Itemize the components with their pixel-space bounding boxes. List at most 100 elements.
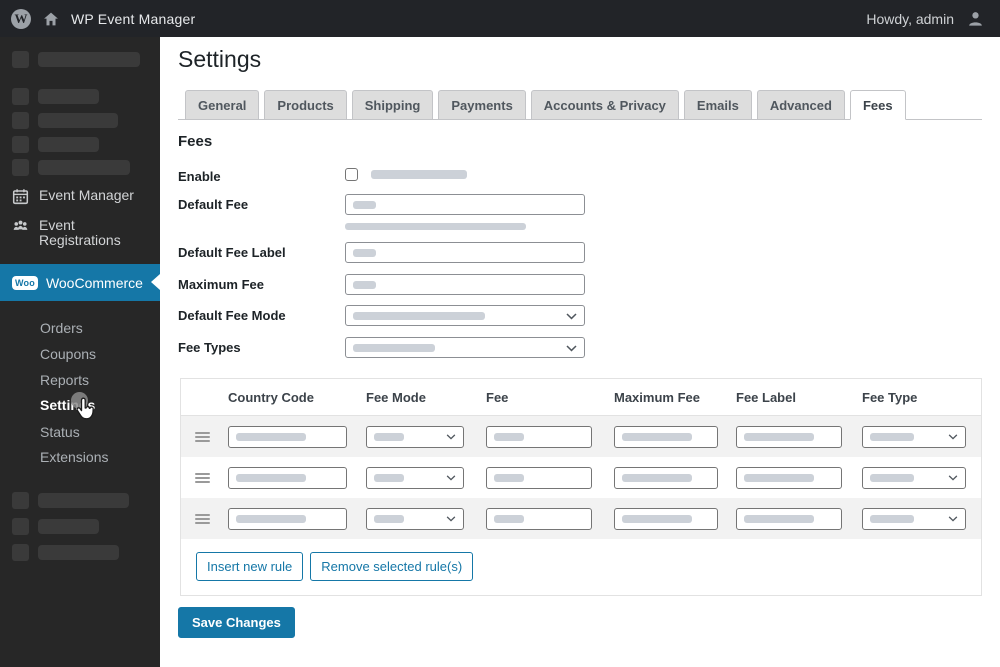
form-row-default-fee-label: Default Fee Label xyxy=(178,242,585,263)
table-row xyxy=(181,416,981,457)
settings-tabs: General Products Shipping Payments Accou… xyxy=(178,90,982,120)
redacted-checkbox-text xyxy=(371,170,467,179)
sidebar-item-label: WooCommerce xyxy=(45,274,143,291)
sidebar-item-redacted[interactable] xyxy=(12,136,99,153)
fee-input[interactable] xyxy=(486,507,592,530)
tab-advanced[interactable]: Advanced xyxy=(756,90,845,120)
redacted-icon xyxy=(12,51,29,68)
sidebar-item-redacted[interactable] xyxy=(12,112,118,129)
redacted-icon xyxy=(12,112,29,129)
tab-payments[interactable]: Payments xyxy=(438,90,526,120)
section-title: Fees xyxy=(178,133,213,150)
form-row-fee-types: Fee Types xyxy=(178,337,585,358)
sidebar-subitem-orders[interactable]: Orders xyxy=(40,320,83,336)
sidebar-item-event-registrations[interactable]: Event Registrations xyxy=(12,218,147,248)
default-fee-mode-select[interactable] xyxy=(345,305,585,326)
chevron-down-icon xyxy=(948,515,958,522)
column-header-maximum-fee: Maximum Fee xyxy=(614,389,700,405)
user-avatar-icon[interactable] xyxy=(966,9,985,28)
redacted-icon xyxy=(12,544,29,561)
site-title[interactable]: WP Event Manager xyxy=(71,11,195,27)
fee-mode-select[interactable] xyxy=(366,425,464,448)
sidebar-item-label: Event Manager xyxy=(39,187,134,203)
fee-mode-select[interactable] xyxy=(366,466,464,489)
maximum-fee-input[interactable] xyxy=(614,507,718,530)
country-code-input[interactable] xyxy=(228,507,347,530)
fee-label-input[interactable] xyxy=(736,425,842,448)
tab-accounts-privacy[interactable]: Accounts & Privacy xyxy=(530,90,679,120)
enable-checkbox[interactable] xyxy=(345,168,358,181)
maximum-fee-input[interactable] xyxy=(614,425,718,448)
admin-bar-left: W WP Event Manager xyxy=(0,8,195,29)
fee-type-select[interactable] xyxy=(862,507,966,530)
form-row-default-fee: Default Fee xyxy=(178,194,585,230)
country-code-input[interactable] xyxy=(228,466,347,489)
form-row-maximum-fee: Maximum Fee xyxy=(178,274,585,295)
sidebar-item-redacted[interactable] xyxy=(12,88,99,105)
field-label: Enable xyxy=(178,169,221,184)
woo-badge: Woo xyxy=(12,275,38,290)
drag-handle-icon[interactable] xyxy=(195,431,210,442)
chevron-down-icon xyxy=(566,307,577,325)
field-label: Maximum Fee xyxy=(178,277,264,292)
home-icon[interactable] xyxy=(42,10,60,28)
table-header-row: Country Code Fee Mode Fee Maximum Fee Fe… xyxy=(181,379,981,416)
maximum-fee-input[interactable] xyxy=(614,466,718,489)
fee-type-select[interactable] xyxy=(862,425,966,448)
field-label: Default Fee Mode xyxy=(178,308,286,323)
tab-products[interactable]: Products xyxy=(264,90,347,120)
user-greeting[interactable]: Howdy, admin xyxy=(866,11,954,27)
fee-input[interactable] xyxy=(486,425,592,448)
admin-bar-right: Howdy, admin xyxy=(866,9,1000,28)
fee-rules-table: Country Code Fee Mode Fee Maximum Fee Fe… xyxy=(180,378,982,596)
save-changes-button[interactable]: Save Changes xyxy=(178,607,295,638)
redacted-icon xyxy=(12,518,29,535)
field-label: Default Fee Label xyxy=(178,245,286,260)
redacted-icon xyxy=(12,88,29,105)
tab-emails[interactable]: Emails xyxy=(683,90,752,120)
fee-type-select[interactable] xyxy=(862,466,966,489)
fee-mode-select[interactable] xyxy=(366,507,464,530)
fee-input[interactable] xyxy=(486,466,592,489)
sidebar-item-redacted[interactable] xyxy=(12,544,119,561)
sidebar-item-redacted[interactable] xyxy=(12,518,99,535)
tab-fees[interactable]: Fees xyxy=(849,90,906,120)
insert-new-rule-button[interactable]: Insert new rule xyxy=(196,552,304,581)
tab-shipping[interactable]: Shipping xyxy=(351,90,434,120)
maximum-fee-input[interactable] xyxy=(345,274,585,295)
fee-label-input[interactable] xyxy=(736,507,842,530)
sidebar-item-redacted[interactable] xyxy=(12,492,129,509)
main-content: Settings General Products Shipping Payme… xyxy=(160,37,1000,667)
default-fee-input[interactable] xyxy=(345,194,585,215)
tab-general[interactable]: General xyxy=(185,90,260,120)
fee-types-select[interactable] xyxy=(345,337,585,358)
sidebar-item-label: Event Registrations xyxy=(39,217,121,248)
drag-handle-icon[interactable] xyxy=(195,472,210,483)
sidebar: Event Manager Event Registrations Woo Wo… xyxy=(0,37,160,667)
default-fee-label-input[interactable] xyxy=(345,242,585,263)
chevron-down-icon xyxy=(446,515,456,522)
drag-handle-icon[interactable] xyxy=(195,513,210,524)
redacted-icon xyxy=(12,136,29,153)
column-header-fee-label: Fee Label xyxy=(736,389,796,405)
sidebar-item-redacted[interactable] xyxy=(12,51,140,68)
sidebar-subitem-coupons[interactable]: Coupons xyxy=(40,346,96,362)
remove-selected-rule-button[interactable]: Remove selected rule(s) xyxy=(310,552,474,581)
table-footer: Insert new rule Remove selected rule(s) xyxy=(181,539,981,595)
form-row-enable: Enable xyxy=(178,166,467,184)
column-header-fee-type: Fee Type xyxy=(862,389,918,405)
sidebar-item-woocommerce[interactable]: Woo WooCommerce xyxy=(0,264,160,301)
country-code-input[interactable] xyxy=(228,425,347,448)
redacted-icon xyxy=(12,492,29,509)
people-icon xyxy=(12,218,29,238)
sidebar-subitem-reports[interactable]: Reports xyxy=(40,372,89,388)
form-row-default-fee-mode: Default Fee Mode xyxy=(178,305,585,326)
column-header-fee: Fee xyxy=(486,389,509,405)
sidebar-item-event-manager[interactable]: Event Manager xyxy=(12,188,134,208)
active-menu-arrow xyxy=(151,274,160,290)
fee-label-input[interactable] xyxy=(736,466,842,489)
sidebar-subitem-extensions[interactable]: Extensions xyxy=(40,449,108,465)
wordpress-logo-icon[interactable]: W xyxy=(11,8,31,29)
redacted-description xyxy=(345,223,526,230)
sidebar-item-redacted[interactable] xyxy=(12,159,130,176)
